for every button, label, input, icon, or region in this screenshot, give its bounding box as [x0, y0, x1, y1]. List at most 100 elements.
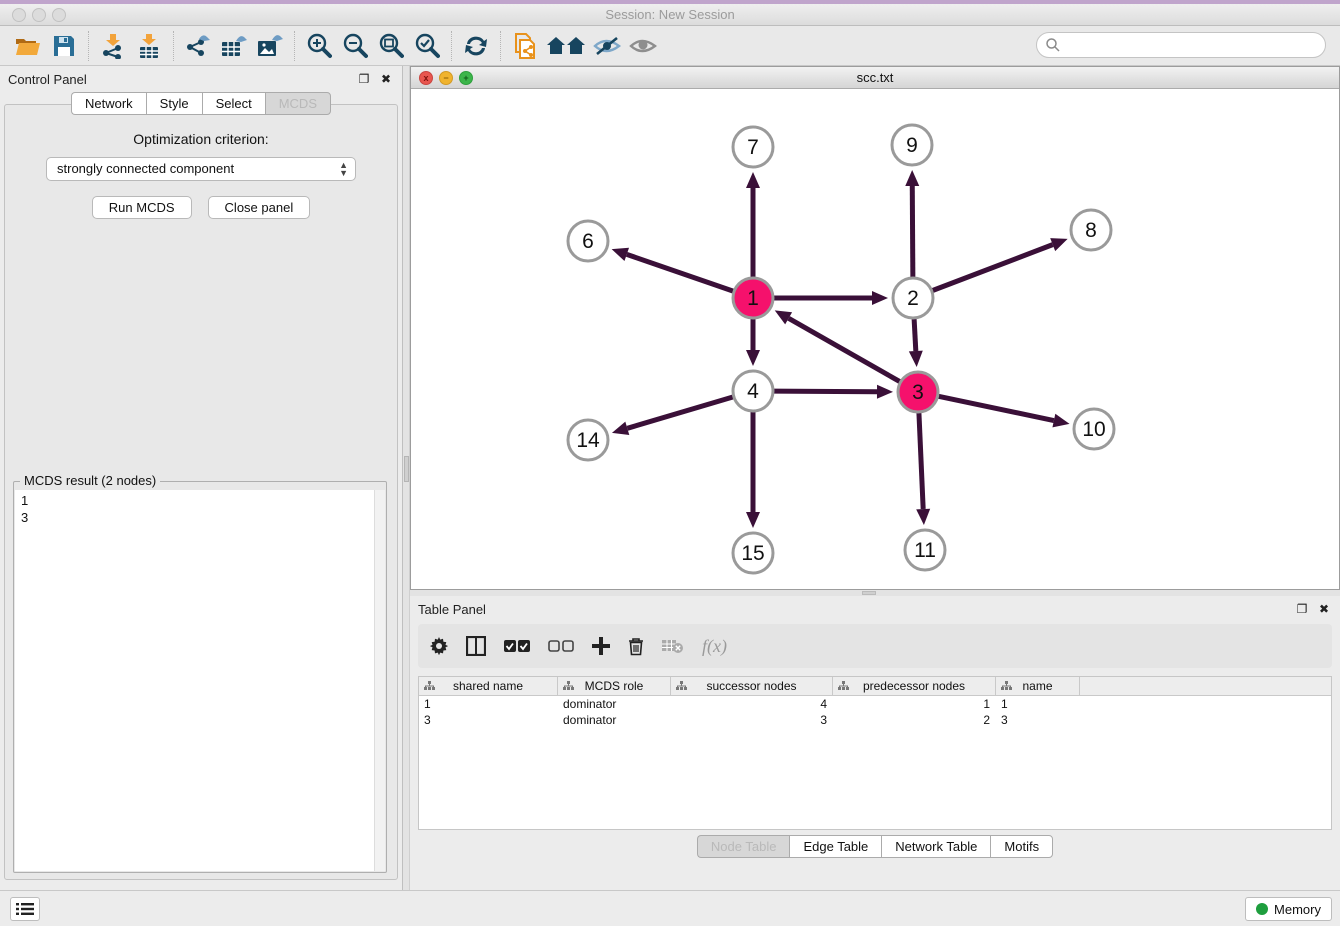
- cell-predecessor-nodes: 1: [833, 696, 996, 712]
- zoom-out-icon[interactable]: [337, 30, 373, 62]
- close-panel-button[interactable]: Close panel: [208, 196, 311, 219]
- select-all-icon[interactable]: [504, 640, 530, 653]
- search-icon: [1045, 37, 1061, 58]
- tab-edge-table[interactable]: Edge Table: [789, 835, 881, 858]
- export-table-icon[interactable]: [216, 30, 252, 62]
- save-session-icon[interactable]: [46, 30, 82, 62]
- show-graphics-icon[interactable]: [625, 30, 661, 62]
- column-header-successor-nodes[interactable]: successor nodes: [671, 677, 833, 695]
- delete-column-icon[interactable]: [628, 637, 644, 656]
- network-canvas[interactable]: 1234678910111415: [411, 89, 1339, 589]
- floppy-icon: [53, 35, 75, 57]
- right-side: x − + scc.txt 1234678910111415 Table Pan…: [410, 66, 1340, 890]
- window-minimize-icon[interactable]: [32, 8, 46, 22]
- table-toolbar: f(x): [418, 624, 1332, 668]
- table-panel: Table Panel ❐ ✖ f(x) shared nameMCDS rol…: [410, 596, 1340, 890]
- tab-mcds[interactable]: MCDS: [265, 92, 331, 115]
- column-header-predecessor-nodes[interactable]: predecessor nodes: [833, 677, 996, 695]
- edge-arrowhead: [746, 350, 760, 366]
- open-session-icon[interactable]: [10, 30, 46, 62]
- close-panel-icon[interactable]: ✖: [1316, 602, 1332, 616]
- copy-network-view-icon[interactable]: [507, 30, 543, 62]
- memory-button[interactable]: Memory: [1245, 897, 1332, 921]
- memory-status-icon: [1256, 903, 1268, 915]
- splitter-handle[interactable]: [404, 456, 409, 482]
- node-label-2: 2: [907, 287, 919, 310]
- column-header-MCDS-role[interactable]: MCDS role: [558, 677, 671, 695]
- network-window-titlebar[interactable]: x − + scc.txt: [411, 67, 1339, 89]
- deselect-all-icon[interactable]: [548, 640, 574, 653]
- mcds-result-text[interactable]: 1 3: [15, 490, 385, 871]
- zoom-fit-icon[interactable]: [373, 30, 409, 62]
- edge-3-1[interactable]: [789, 318, 900, 381]
- net-minimize-icon[interactable]: −: [439, 71, 453, 85]
- edge-4-14[interactable]: [627, 397, 733, 428]
- window-title: Session: New Session: [0, 4, 1340, 25]
- zoom-selected-icon[interactable]: [409, 30, 445, 62]
- cell-MCDS-role: dominator: [558, 712, 671, 728]
- import-network-icon[interactable]: [95, 30, 131, 62]
- show-columns-icon[interactable]: [466, 636, 486, 656]
- task-history-button[interactable]: [10, 897, 40, 921]
- import-table-icon[interactable]: [131, 30, 167, 62]
- edge-2-8[interactable]: [933, 245, 1053, 291]
- search-input[interactable]: [1036, 32, 1326, 58]
- tab-style[interactable]: Style: [146, 92, 202, 115]
- net-close-icon[interactable]: x: [419, 71, 433, 85]
- optimization-criterion-value: strongly connected component: [57, 161, 234, 176]
- mcds-panel-body: Optimization criterion: strongly connect…: [4, 104, 398, 880]
- run-mcds-button[interactable]: Run MCDS: [92, 196, 192, 219]
- optimization-criterion-select[interactable]: strongly connected component ▲▼: [46, 157, 356, 181]
- window-zoom-icon[interactable]: [52, 8, 66, 22]
- table-header-row: shared nameMCDS rolesuccessor nodes prede…: [419, 677, 1331, 696]
- node-label-8: 8: [1085, 219, 1097, 242]
- table-row[interactable]: 1dominator411: [419, 696, 1331, 712]
- cell-name: 1: [996, 696, 1080, 712]
- folder-icon: [15, 35, 41, 57]
- hide-graphics-icon[interactable]: [589, 30, 625, 62]
- float-panel-icon[interactable]: ❐: [1294, 602, 1310, 616]
- window-close-icon[interactable]: [12, 8, 26, 22]
- tab-motifs[interactable]: Motifs: [990, 835, 1053, 858]
- edge-2-9[interactable]: [912, 186, 913, 277]
- list-icon: [16, 902, 34, 916]
- column-header-label: predecessor nodes: [863, 679, 965, 693]
- edge-3-10[interactable]: [939, 396, 1054, 420]
- tab-network[interactable]: Network: [71, 92, 146, 115]
- edge-arrowhead: [1050, 238, 1067, 251]
- apply-layout-icon[interactable]: [458, 30, 494, 62]
- result-scrollbar[interactable]: [374, 490, 385, 871]
- export-network-icon[interactable]: [180, 30, 216, 62]
- edge-4-3[interactable]: [774, 391, 877, 392]
- edge-3-11[interactable]: [919, 413, 923, 509]
- control-panel-header: Control Panel ❐ ✖: [0, 66, 402, 92]
- export-image-icon[interactable]: [252, 30, 288, 62]
- edge-arrowhead: [746, 172, 760, 188]
- float-panel-icon[interactable]: ❐: [356, 72, 372, 86]
- vertical-splitter[interactable]: [402, 66, 410, 890]
- splitter-handle[interactable]: [862, 591, 876, 595]
- toolbar-separator: [451, 31, 452, 61]
- network-view-window: x − + scc.txt 1234678910111415: [410, 66, 1340, 590]
- memory-label: Memory: [1274, 902, 1321, 917]
- tab-network-table[interactable]: Network Table: [881, 835, 990, 858]
- tab-node-table[interactable]: Node Table: [697, 835, 790, 858]
- table-settings-gear-icon[interactable]: [430, 637, 448, 655]
- close-panel-icon[interactable]: ✖: [378, 72, 394, 86]
- toolbar-separator: [294, 31, 295, 61]
- zoom-in-icon[interactable]: [301, 30, 337, 62]
- status-bar: Memory: [0, 890, 1340, 926]
- edge-1-6[interactable]: [627, 254, 733, 291]
- column-header-shared-name[interactable]: shared name: [419, 677, 558, 695]
- tab-select[interactable]: Select: [202, 92, 265, 115]
- control-panel: Control Panel ❐ ✖ NetworkStyleSelectMCDS…: [0, 66, 402, 890]
- table-row[interactable]: 3dominator323: [419, 712, 1331, 728]
- node-label-7: 7: [747, 136, 759, 159]
- select-stepper-icon: ▲▼: [339, 161, 348, 177]
- column-header-name[interactable]: name: [996, 677, 1080, 695]
- home-icon[interactable]: [543, 30, 589, 62]
- net-maximize-icon[interactable]: +: [459, 71, 473, 85]
- edge-2-3[interactable]: [914, 319, 916, 351]
- add-column-icon[interactable]: [592, 637, 610, 655]
- node-label-15: 15: [741, 542, 764, 565]
